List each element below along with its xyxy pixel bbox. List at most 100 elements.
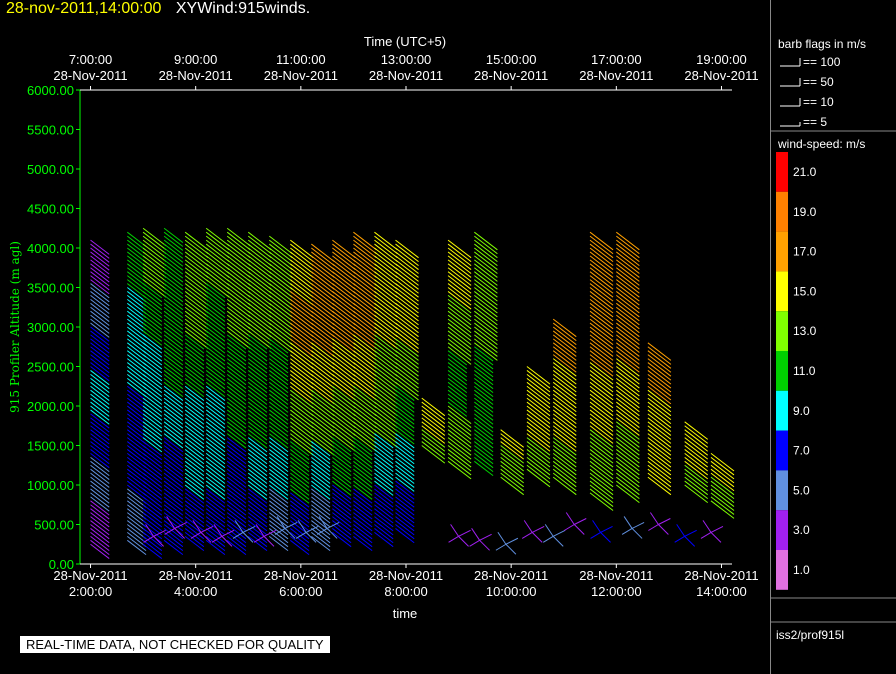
wind-barb [205,539,226,555]
wind-barb [90,500,110,516]
wind-barb-low [469,539,480,547]
wind-barb [474,381,494,397]
wind-barb [247,476,268,492]
wind-barb [474,370,494,386]
wind-barb [447,385,468,401]
wind-barb [226,500,247,516]
wind-barb [184,413,205,429]
wind-barb [332,453,352,469]
wind-barb [311,508,331,524]
wind-barb [226,460,247,476]
wind-barb [163,346,184,362]
wind-barb [90,409,110,425]
wind-barb [268,354,289,370]
wind-barb [205,468,226,484]
wind-barb [395,405,415,421]
wind-barb [290,535,310,552]
wind-barb [290,476,310,492]
x-axis-title: time [393,606,418,621]
wind-barb [226,433,247,449]
wind-barb-low [471,528,481,541]
wind-barb [142,516,163,532]
wind-barb [184,492,205,508]
wind-barb [226,528,247,544]
wind-barb [205,484,226,500]
wind-barb [163,421,184,437]
wind-barb [247,508,268,524]
wind-barb [205,456,226,473]
wind-barb [205,338,226,354]
wind-barb [268,460,289,476]
wind-barb [163,393,184,409]
wind-barb [90,433,110,449]
wind-barb [353,476,373,492]
wind-barb [447,362,468,378]
wind-barb [90,259,110,275]
y-tick-label: 3000.00 [27,320,74,335]
wind-barb [353,492,373,508]
wind-barb [395,409,415,425]
wind-barb [332,476,352,492]
wind-barb [290,508,310,524]
wind-barb [311,484,331,500]
wind-barb [290,488,310,504]
wind-barb [247,338,268,354]
wind-barb-low [710,532,722,543]
wind-barb [163,496,184,512]
wind-barb [290,445,310,461]
wind-barb [268,393,289,409]
wind-barb [163,460,184,476]
wind-barb [205,342,226,358]
wind-barb [142,342,163,358]
top-tick-time: 7:00:00 [69,52,112,67]
wind-barb [163,449,184,465]
wind-barb [142,441,163,457]
wind-barb [268,472,289,488]
wind-barb-low [623,516,633,529]
wind-barb [353,437,373,453]
x-tick-date: 28-Nov-2011 [369,568,443,583]
wind-barb [268,453,289,469]
wind-barb [474,413,494,429]
wind-barb [184,358,205,374]
wind-barb [184,449,205,465]
wind-barb [163,259,184,275]
y-tick-label: 2000.00 [27,399,74,414]
wind-barb [474,433,494,449]
wind-barb [142,354,163,370]
x-tick-date: 28-Nov-2011 [579,568,653,583]
wind-barb [90,267,110,283]
wind-barb [226,445,247,461]
wind-barb [90,464,110,480]
wind-barb [226,409,247,425]
wind-barb [332,532,352,548]
wind-barb [90,271,110,287]
wind-barb [90,350,110,366]
wind-barb [247,449,268,465]
wind-barb [311,512,331,528]
wind-barb [184,350,205,366]
wind-barb [268,508,289,524]
wind-barb [226,508,247,524]
wind-barb [311,480,331,496]
wind-barb [163,302,184,318]
wind-barb [290,453,310,469]
wind-barb [226,492,247,508]
wind-barb [353,532,373,548]
wind-barb [374,496,394,512]
wind-barb [474,377,494,394]
wind-barb [184,389,205,405]
wind-barb [90,417,110,433]
wind-barb [226,377,247,394]
wind-barb [474,405,494,421]
wind-barb [311,464,331,480]
wind-barb [142,334,163,350]
wind-barb [142,346,163,362]
wind-barb [205,421,226,437]
wind-barb [205,437,226,453]
wind-barb [268,496,289,512]
wind-barb [332,445,352,461]
wind-barb [142,488,163,504]
wind-barb [474,366,494,382]
wind-barb-low [564,524,575,531]
